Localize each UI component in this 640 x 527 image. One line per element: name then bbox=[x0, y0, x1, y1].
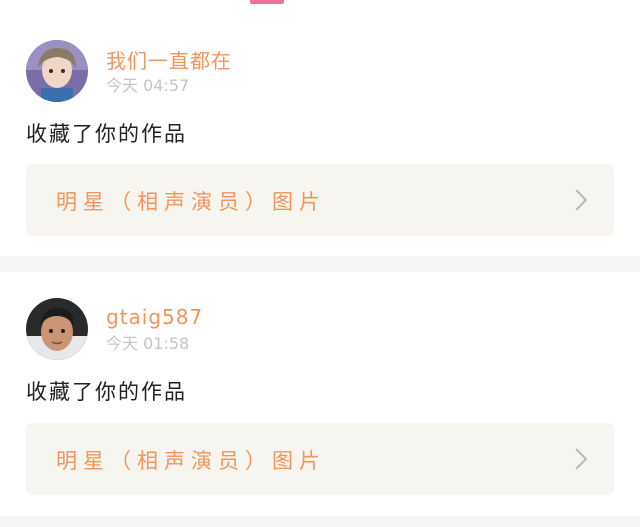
work-link-card[interactable]: 明星（相声演员）图片 bbox=[26, 164, 614, 236]
work-title: 明星（相声演员）图片 bbox=[56, 449, 326, 473]
feed-item: 我们一直都在 今天 04:57 收藏了你的作品 明星（相声演员）图片 bbox=[0, 8, 640, 256]
action-text: 收藏了你的作品 bbox=[26, 122, 187, 146]
work-title: 明星（相声演员）图片 bbox=[56, 190, 326, 214]
active-tab-indicator bbox=[250, 0, 284, 4]
chevron-right-icon bbox=[575, 448, 588, 470]
feed-item: gtaig587 今天 01:58 收藏了你的作品 明星（相声演员）图片 bbox=[0, 272, 640, 516]
username[interactable]: gtaig587 bbox=[106, 305, 203, 329]
avatar[interactable] bbox=[26, 298, 88, 360]
username[interactable]: 我们一直都在 bbox=[106, 45, 232, 74]
divider bbox=[0, 256, 640, 272]
chevron-right-icon bbox=[575, 189, 588, 211]
divider bbox=[0, 516, 640, 527]
avatar[interactable] bbox=[26, 40, 88, 102]
timestamp: 今天 04:57 bbox=[106, 76, 190, 95]
action-text: 收藏了你的作品 bbox=[26, 380, 187, 404]
timestamp: 今天 01:58 bbox=[106, 334, 190, 353]
work-link-card[interactable]: 明星（相声演员）图片 bbox=[26, 423, 614, 495]
